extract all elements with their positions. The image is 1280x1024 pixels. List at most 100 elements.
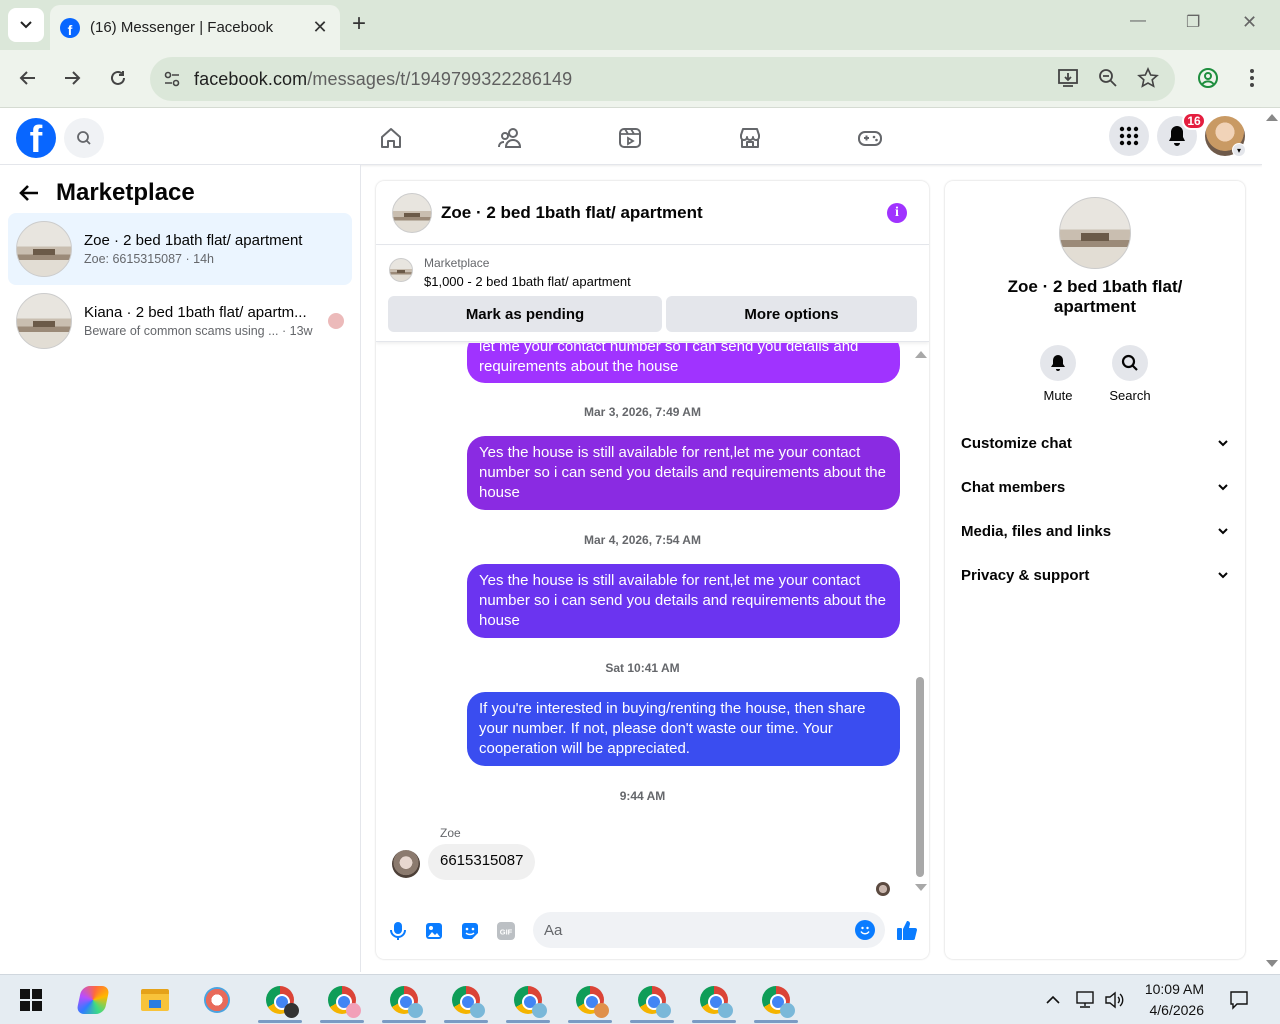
- chevron-down-icon: [1218, 572, 1228, 579]
- privacy-support-section[interactable]: Privacy & support: [961, 553, 1229, 597]
- conversation-preview: Zoe: 6615315087 · 14h: [84, 252, 214, 266]
- back-arrow-icon[interactable]: [18, 183, 40, 203]
- conversation-details-panel: Zoe · 2 bed 1bath flat/ apartment Mute S…: [945, 181, 1245, 959]
- address-bar[interactable]: facebook.com/messages/t/1949799322286149: [150, 57, 1175, 101]
- info-icon[interactable]: i: [887, 203, 907, 223]
- browser-tab[interactable]: f (16) Messenger | Facebook ✕: [50, 5, 340, 50]
- chrome-app-icon[interactable]: [573, 983, 609, 1018]
- marketplace-listing-bar: Marketplace $1,000 - 2 bed 1bath flat/ a…: [376, 246, 929, 342]
- search-conversation-button[interactable]: Search: [1100, 345, 1160, 403]
- mute-button[interactable]: Mute: [1028, 345, 1088, 403]
- volume-icon[interactable]: [1100, 983, 1130, 1017]
- nav-home[interactable]: [375, 122, 407, 154]
- chevron-down-icon: [1218, 440, 1228, 447]
- section-label: Customize chat: [961, 434, 1072, 452]
- chat-thumbnail[interactable]: [392, 192, 432, 233]
- read-receipt-avatar: [876, 882, 890, 896]
- network-icon[interactable]: [1070, 983, 1100, 1017]
- new-tab-icon[interactable]: +: [352, 12, 366, 36]
- zoom-icon[interactable]: [1097, 67, 1119, 89]
- message-input[interactable]: Aa: [533, 912, 885, 948]
- more-menu-icon[interactable]: [1238, 64, 1266, 92]
- reload-icon[interactable]: [104, 64, 132, 92]
- listing-thumbnail: [16, 293, 72, 349]
- chat-title[interactable]: Zoe · 2 bed 1bath flat/ apartment: [441, 203, 703, 223]
- chrome-app-icon[interactable]: [697, 983, 733, 1018]
- chrome-app-icon[interactable]: [759, 983, 795, 1018]
- windows-logo-icon: [20, 989, 42, 1011]
- nav-video[interactable]: [614, 122, 646, 154]
- close-tab-icon[interactable]: ✕: [310, 17, 330, 38]
- friends-icon: [498, 128, 522, 148]
- conversation-item[interactable]: Zoe · 2 bed 1bath flat/ apartment Zoe: 6…: [8, 213, 352, 285]
- more-options-button[interactable]: More options: [666, 296, 917, 332]
- restore-icon[interactable]: ❐: [1186, 12, 1200, 32]
- conversation-photo[interactable]: [1059, 197, 1131, 269]
- marketplace-label: Marketplace: [424, 256, 490, 270]
- copilot-icon[interactable]: [76, 983, 110, 1017]
- conversation-item[interactable]: Kiana · 2 bed 1bath flat/ apartm... Bewa…: [8, 285, 352, 357]
- message-timestamp: Sat 10:41 AM: [605, 661, 680, 675]
- nav-gaming[interactable]: [854, 122, 886, 154]
- chrome-app-icon[interactable]: [325, 983, 361, 1018]
- chevron-up-icon[interactable]: [1038, 983, 1068, 1017]
- tab-search-button[interactable]: [8, 8, 44, 42]
- site-info-icon[interactable]: [150, 70, 194, 88]
- install-app-icon[interactable]: [1057, 67, 1079, 89]
- gallery-icon[interactable]: [423, 920, 445, 942]
- chrome-app-icon[interactable]: [635, 983, 671, 1018]
- sticker-icon[interactable]: [459, 920, 481, 942]
- menu-button[interactable]: [1109, 116, 1149, 156]
- browser-tab-strip: f (16) Messenger | Facebook ✕ + — ❐ ✕: [0, 0, 1280, 50]
- conversation-time: · 13w: [282, 324, 313, 338]
- apps-grid-icon: [1119, 126, 1139, 146]
- nav-marketplace[interactable]: [734, 122, 766, 154]
- snipping-tool-icon[interactable]: [200, 983, 234, 1017]
- bookmark-star-icon[interactable]: [1137, 67, 1159, 89]
- incoming-message: 6615315087: [428, 844, 536, 880]
- chrome-app-icon[interactable]: [263, 983, 299, 1018]
- notification-center-icon[interactable]: [1224, 983, 1254, 1017]
- facebook-logo[interactable]: f: [16, 118, 56, 158]
- file-explorer-icon[interactable]: [138, 983, 172, 1017]
- system-clock[interactable]: 10:09 AM 4/6/2026: [1130, 979, 1204, 1021]
- svg-text:GIF: GIF: [500, 928, 513, 937]
- customize-chat-section[interactable]: Customize chat: [961, 421, 1229, 465]
- message-placeholder: Aa: [544, 921, 563, 939]
- gif-icon[interactable]: GIF: [495, 920, 517, 942]
- sender-avatar[interactable]: [392, 850, 420, 878]
- chrome-app-icon[interactable]: [387, 983, 423, 1018]
- minimize-icon[interactable]: —: [1130, 12, 1146, 30]
- chrome-app-icon[interactable]: [449, 983, 485, 1018]
- chrome-app-icon[interactable]: [511, 983, 547, 1018]
- page-scrollbar[interactable]: [1262, 108, 1280, 972]
- close-window-icon[interactable]: ✕: [1242, 12, 1257, 33]
- back-icon[interactable]: [14, 64, 42, 92]
- message-timestamp: 9:44 AM: [619, 789, 666, 803]
- thumbs-up-icon[interactable]: [895, 918, 919, 942]
- chat-window: Zoe · 2 bed 1bath flat/ apartment i Mark…: [376, 181, 929, 959]
- forward-icon[interactable]: [58, 64, 86, 92]
- tab-title: (16) Messenger | Facebook: [90, 19, 274, 36]
- profile-icon[interactable]: [1194, 64, 1222, 92]
- chat-list-panel: Marketplace Zoe · 2 bed 1bath flat/ apar…: [0, 165, 361, 972]
- emoji-icon[interactable]: [855, 920, 875, 940]
- listing-thumbnail: [16, 221, 72, 277]
- mute-label: Mute: [1043, 388, 1073, 403]
- facebook-search-button[interactable]: [64, 118, 104, 158]
- microphone-icon[interactable]: [387, 920, 409, 942]
- nav-friends[interactable]: [495, 122, 527, 154]
- sender-name: Zoe: [440, 826, 461, 840]
- bell-icon: [1169, 126, 1185, 146]
- listing-title[interactable]: $1,000 - 2 bed 1bath flat/ apartment: [424, 274, 631, 289]
- chevron-down-icon[interactable]: ▾: [1232, 143, 1246, 157]
- tab-menu-icon: [20, 21, 32, 29]
- video-icon: [619, 128, 641, 148]
- start-button[interactable]: [14, 983, 48, 1017]
- marketplace-icon: [740, 128, 760, 148]
- chat-scrollbar[interactable]: [912, 343, 929, 898]
- chat-members-section[interactable]: Chat members: [961, 465, 1229, 509]
- media-files-links-section[interactable]: Media, files and links: [961, 509, 1229, 553]
- browser-toolbar: facebook.com/messages/t/1949799322286149: [0, 50, 1280, 108]
- mark-as-pending-button[interactable]: Mark as pending: [388, 296, 662, 332]
